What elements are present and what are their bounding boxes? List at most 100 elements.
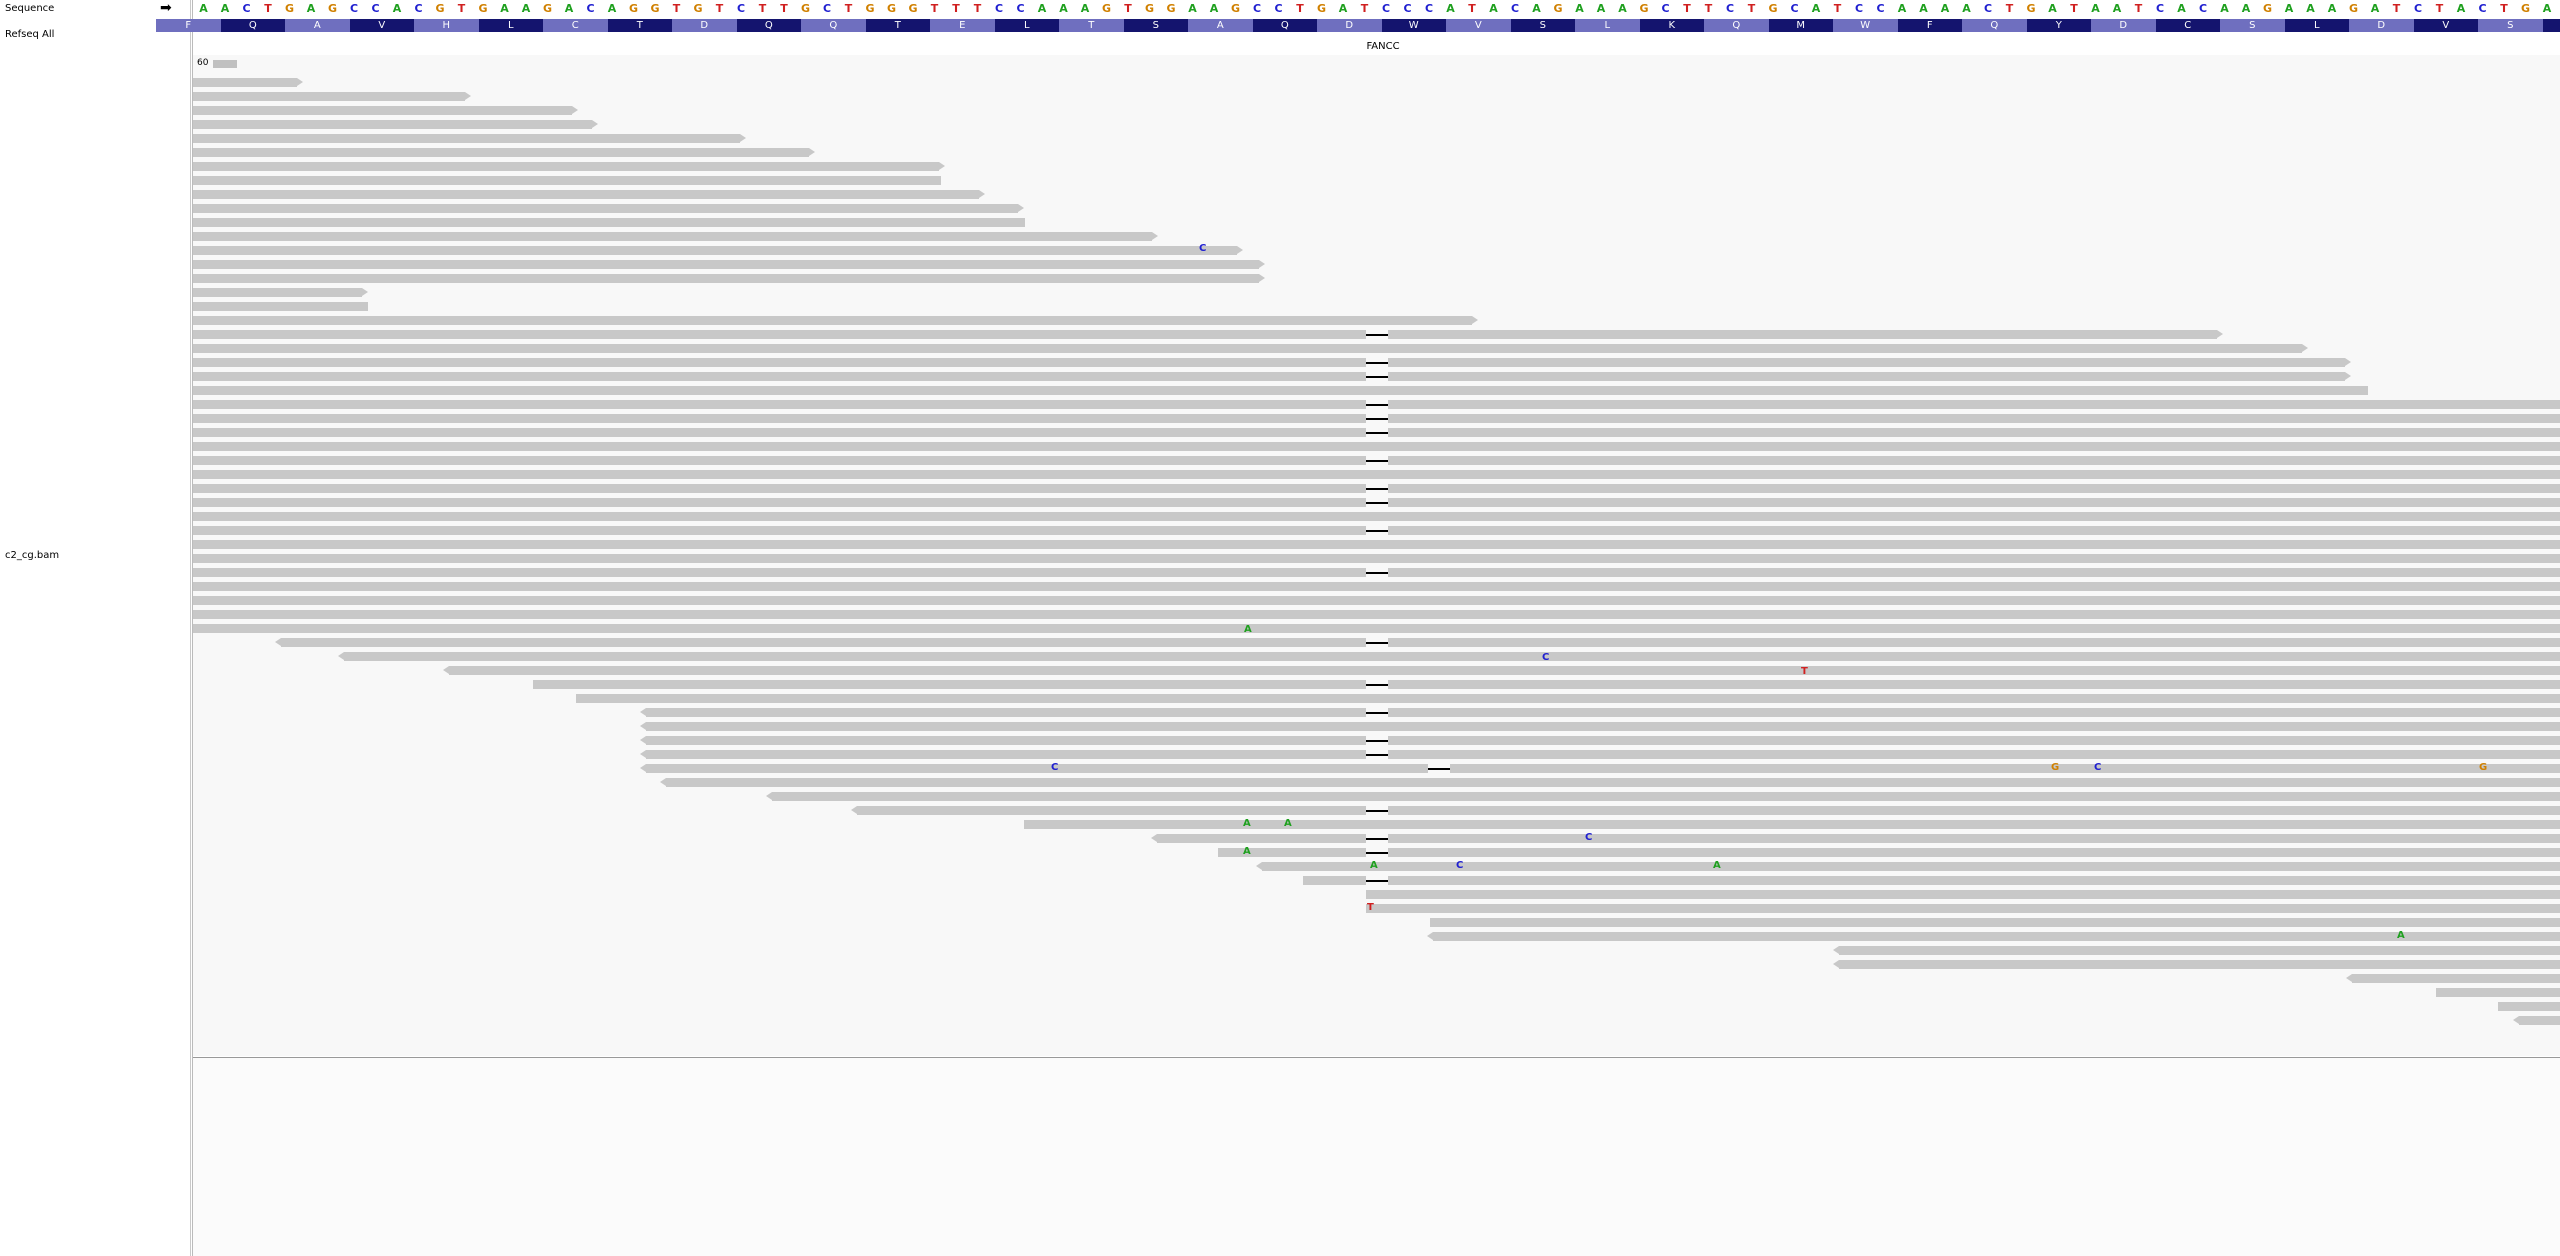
read-alignment[interactable] — [1839, 960, 2560, 969]
read-alignment[interactable] — [193, 148, 809, 157]
read-alignment[interactable] — [193, 358, 2345, 367]
gene-label[interactable]: FANCC — [1353, 41, 1413, 52]
read-alignment[interactable] — [193, 274, 1259, 283]
read-alignment[interactable] — [193, 624, 2560, 633]
read-alignment[interactable] — [646, 764, 2560, 773]
translation-track[interactable]: FQAVHLCTDQQTELTSAQDWVSLKQMWFQYDCSLDVS — [193, 19, 2560, 32]
read-alignment[interactable] — [193, 162, 939, 171]
read-alignment[interactable] — [193, 204, 1018, 213]
deletion-marker[interactable] — [1366, 456, 1388, 465]
deletion-marker[interactable] — [1366, 568, 1388, 577]
deletion-marker[interactable] — [1366, 750, 1388, 759]
deletion-marker[interactable] — [1366, 414, 1388, 423]
reference-base: G — [2343, 2, 2364, 15]
read-alignment[interactable] — [1366, 904, 2560, 913]
deletion-marker[interactable] — [1366, 848, 1388, 857]
read-alignment[interactable] — [2352, 974, 2560, 983]
deletion-marker[interactable] — [1366, 876, 1388, 885]
deletion-marker[interactable] — [1366, 358, 1388, 367]
read-alignment[interactable] — [193, 540, 2560, 549]
read-alignment[interactable] — [193, 512, 2560, 521]
read-alignment[interactable] — [646, 750, 2560, 759]
deletion-marker[interactable] — [1428, 764, 1450, 773]
read-alignment[interactable] — [193, 582, 2560, 591]
read-alignment[interactable] — [666, 778, 2560, 787]
deletion-marker[interactable] — [1366, 638, 1388, 647]
read-alignment[interactable] — [193, 386, 2368, 395]
read-alignment[interactable] — [193, 218, 1025, 227]
read-alignment[interactable] — [193, 176, 941, 185]
read-alignment[interactable] — [193, 302, 368, 311]
read-alignment[interactable] — [193, 344, 2302, 353]
read-alignment[interactable] — [193, 372, 2345, 381]
read-alignment[interactable] — [193, 190, 979, 199]
read-alignment[interactable] — [772, 792, 2560, 801]
amino-acid: T — [866, 19, 931, 32]
read-alignment[interactable] — [1303, 876, 2560, 885]
read-alignment[interactable] — [857, 806, 2560, 815]
reference-base: A — [2236, 2, 2257, 15]
read-alignment[interactable] — [193, 78, 297, 87]
deletion-marker[interactable] — [1366, 736, 1388, 745]
deletion-marker[interactable] — [1366, 834, 1388, 843]
read-alignment[interactable] — [1433, 932, 2560, 941]
read-alignment[interactable] — [193, 232, 1152, 241]
deletion-marker[interactable] — [1366, 680, 1388, 689]
amino-acid: C — [543, 19, 608, 32]
deletion-marker[interactable] — [1366, 484, 1388, 493]
deletion-marker[interactable] — [1366, 428, 1388, 437]
bam-track-name[interactable]: c2_cg.bam — [5, 550, 59, 561]
read-alignment[interactable] — [2498, 1002, 2560, 1011]
deletion-marker[interactable] — [1366, 330, 1388, 339]
deletion-marker[interactable] — [1366, 372, 1388, 381]
read-alignment[interactable] — [1024, 820, 2560, 829]
reference-base: A — [2171, 2, 2192, 15]
read-alignment[interactable] — [193, 596, 2560, 605]
read-alignment[interactable] — [193, 260, 1259, 269]
read-alignment[interactable] — [193, 92, 465, 101]
read-alignment[interactable] — [193, 134, 740, 143]
reference-base: T — [924, 2, 945, 15]
read-alignment[interactable] — [193, 120, 592, 129]
read-alignment[interactable] — [344, 652, 2560, 661]
deletion-marker[interactable] — [1366, 400, 1388, 409]
reference-base: T — [838, 2, 859, 15]
reference-sequence-track[interactable]: AACTGAGCCACGTGAAGACAGGTGTCTTGCTGGGTTTCCA… — [193, 0, 2560, 17]
read-alignment[interactable] — [193, 554, 2560, 563]
read-alignment[interactable] — [646, 736, 2560, 745]
read-alignment[interactable] — [1430, 918, 2560, 927]
read-alignment[interactable] — [193, 442, 2560, 451]
read-strand-arrow — [1256, 862, 1262, 870]
reference-base: A — [494, 2, 515, 15]
deletion-marker[interactable] — [1366, 526, 1388, 535]
read-alignment[interactable] — [1366, 890, 2560, 899]
read-alignment[interactable] — [2519, 1016, 2560, 1025]
read-alignment[interactable] — [1839, 946, 2560, 955]
deletion-marker[interactable] — [1366, 708, 1388, 717]
reference-base: C — [1849, 2, 1870, 15]
read-alignment[interactable] — [449, 666, 2560, 675]
read-strand-arrow — [640, 708, 646, 716]
refseq-track-name[interactable]: Refseq All — [5, 29, 54, 40]
sequence-track-name[interactable]: Sequence — [5, 3, 54, 14]
read-alignment[interactable] — [2436, 988, 2560, 997]
read-alignment[interactable] — [193, 470, 2560, 479]
read-alignment[interactable] — [646, 708, 2560, 717]
read-strand-arrow — [1237, 246, 1243, 254]
empty-track-area[interactable] — [193, 1058, 2560, 1256]
read-alignment[interactable] — [576, 694, 2560, 703]
read-alignment[interactable] — [281, 638, 2560, 647]
read-alignment[interactable] — [533, 680, 2560, 689]
read-alignment[interactable] — [193, 288, 362, 297]
read-alignment[interactable] — [646, 722, 2560, 731]
read-alignment[interactable] — [193, 330, 2217, 339]
deletion-marker[interactable] — [1366, 498, 1388, 507]
data-panel[interactable]: AACTGAGCCACGTGAAGACAGGTGTCTTGCTGGGTTTCCA… — [192, 0, 2560, 1256]
read-alignment[interactable] — [193, 106, 572, 115]
deletion-marker[interactable] — [1366, 806, 1388, 815]
read-alignment[interactable] — [1218, 848, 2560, 857]
read-alignment[interactable] — [193, 610, 2560, 619]
read-alignment[interactable] — [193, 316, 1472, 325]
read-alignment[interactable] — [193, 246, 1237, 255]
right-arrow-icon[interactable]: ➡ — [160, 0, 172, 16]
